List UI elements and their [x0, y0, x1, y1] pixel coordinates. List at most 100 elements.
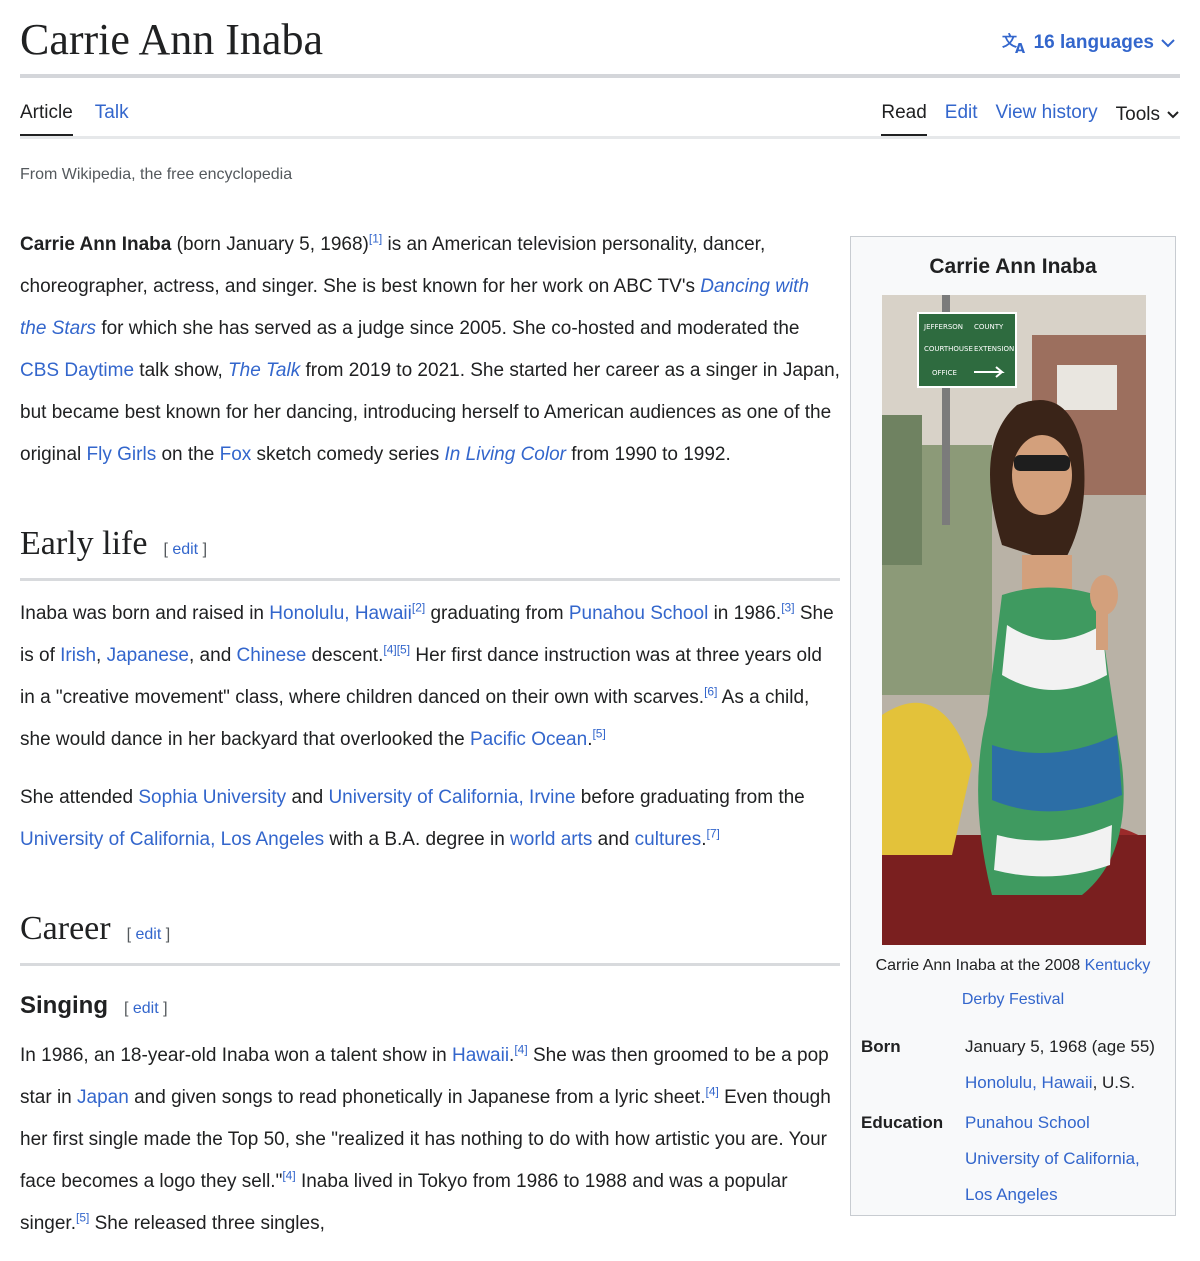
intro-paragraph: Carrie Ann Inaba (born January 5, 1968)[…: [20, 224, 840, 476]
infobox-photo[interactable]: JEFFERSON COUNTY COURTHOUSE EXTENSION OF…: [882, 295, 1146, 945]
infobox-caption: Carrie Ann Inaba at the 2008 Kentucky De…: [861, 949, 1165, 1017]
citation-link[interactable]: [4]: [282, 1169, 295, 1183]
text: Inaba was born and raised in: [20, 603, 270, 624]
link-uc-irvine[interactable]: University of California, Irvine: [328, 787, 575, 808]
citation-link[interactable]: [4]: [514, 1043, 527, 1057]
text: She released three singles,: [89, 1213, 325, 1234]
tab-talk[interactable]: Talk: [95, 96, 129, 134]
text: before graduating from the: [575, 787, 805, 808]
link-chinese[interactable]: Chinese: [237, 645, 307, 666]
text: sketch comedy series: [251, 444, 445, 465]
subject-name: Carrie Ann Inaba: [20, 234, 172, 255]
link-fly-girls[interactable]: Fly Girls: [87, 444, 157, 465]
svg-text:A: A: [1015, 42, 1025, 54]
link-honolulu-hawaii[interactable]: Honolulu, Hawaii: [965, 1073, 1093, 1092]
early-life-paragraph-2: She attended Sophia University and Unive…: [20, 777, 840, 861]
link-in-living-color[interactable]: In Living Color: [445, 444, 566, 465]
citation-link[interactable]: [6]: [704, 685, 717, 699]
born-label: Born: [861, 1037, 901, 1056]
language-button[interactable]: 文 A 16 languages: [1002, 26, 1176, 60]
heading-text: Career: [20, 910, 111, 947]
born-place: Honolulu, Hawaii, U.S.: [965, 1065, 1169, 1101]
text: (born January 5, 1968): [171, 234, 369, 255]
tab-read[interactable]: Read: [881, 96, 927, 137]
article-body: Carrie Ann Inaba (born January 5, 1968)[…: [20, 224, 840, 1261]
text: In 1986, an 18-year-old Inaba won a tale…: [20, 1045, 453, 1066]
infobox-row-education: Education Punahou School University of C…: [861, 1105, 1169, 1213]
edit-section: [ edit ]: [126, 926, 171, 943]
born-date: January 5, 1968 (age 55): [965, 1037, 1155, 1056]
edit-link[interactable]: edit: [172, 541, 198, 558]
citation-link[interactable]: [1]: [369, 232, 382, 246]
link-the-talk[interactable]: The Talk: [228, 360, 300, 381]
language-count-label: 16 languages: [1033, 32, 1154, 53]
link-punahou-school[interactable]: Punahou School: [965, 1113, 1090, 1132]
site-tagline: From Wikipedia, the free encyclopedia: [20, 166, 293, 183]
infobox-title: Carrie Ann Inaba: [929, 255, 1097, 278]
tools-menu[interactable]: Tools: [1116, 96, 1180, 134]
link-world-arts[interactable]: world arts: [510, 829, 592, 850]
citation-link[interactable]: [4]: [705, 1085, 718, 1099]
citation-link[interactable]: [5]: [592, 727, 605, 741]
text: talk show,: [134, 360, 229, 381]
section-heading-career: Career [ edit ]: [20, 905, 840, 966]
citation-link[interactable]: [2]: [412, 601, 425, 615]
edit-section: [ edit ]: [123, 1000, 168, 1017]
sign-text: COURTHOUSE: [924, 345, 973, 353]
text: , U.S.: [1092, 1073, 1136, 1092]
tabs-divider: [20, 136, 1180, 139]
edit-section: [ edit ]: [163, 541, 208, 558]
early-life-paragraph-1: Inaba was born and raised in Honolulu, H…: [20, 593, 840, 761]
text: for which she has served as a judge sinc…: [96, 318, 800, 339]
infobox: Carrie Ann Inaba JEFFERSON COUNTY COURTH…: [850, 236, 1176, 1216]
text: on the: [156, 444, 220, 465]
heading-text: Early life: [20, 525, 148, 562]
link-honolulu-hawaii[interactable]: Honolulu, Hawaii: [269, 603, 412, 624]
link-pacific-ocean[interactable]: Pacific Ocean: [470, 729, 587, 750]
infobox-row-born: Born January 5, 1968 (age 55) Honolulu, …: [861, 1029, 1169, 1101]
education-label: Education: [861, 1113, 944, 1132]
citation-link[interactable]: [7]: [706, 827, 719, 841]
text: , and: [189, 645, 237, 666]
page-title: Carrie Ann Inaba: [20, 15, 323, 64]
singing-paragraph: In 1986, an 18-year-old Inaba won a tale…: [20, 1035, 840, 1245]
subsection-heading-singing: Singing [ edit ]: [20, 986, 840, 1029]
sign-text: JEFFERSON: [923, 323, 963, 331]
citation-link[interactable]: [4][5]: [383, 643, 410, 657]
chevron-down-icon: [1166, 98, 1180, 132]
link-hawaii[interactable]: Hawaii: [452, 1045, 509, 1066]
tab-article[interactable]: Article: [20, 96, 73, 137]
link-irish[interactable]: Irish: [60, 645, 96, 666]
link-punahou-school[interactable]: Punahou School: [569, 603, 708, 624]
link-fox[interactable]: Fox: [220, 444, 252, 465]
text: and: [286, 787, 329, 808]
text: in 1986.: [708, 603, 782, 624]
citation[interactable]: [1]: [369, 232, 382, 246]
edit-link[interactable]: edit: [133, 1000, 159, 1017]
edit-link[interactable]: edit: [136, 926, 162, 943]
text: graduating from: [425, 603, 569, 624]
link-japanese[interactable]: Japanese: [107, 645, 189, 666]
born-value: January 5, 1968 (age 55) Honolulu, Hawai…: [965, 1029, 1169, 1101]
text: ,: [96, 645, 107, 666]
tools-label: Tools: [1115, 104, 1160, 125]
text: descent.: [306, 645, 384, 666]
caption-text: Carrie Ann Inaba at the 2008: [875, 957, 1085, 974]
link-ucla[interactable]: University of California, Los Angeles: [965, 1149, 1140, 1204]
heading-text: Singing: [20, 992, 108, 1019]
tab-view-history[interactable]: View history: [996, 96, 1098, 134]
link-cbs-daytime[interactable]: CBS Daytime: [20, 360, 134, 381]
tab-edit[interactable]: Edit: [945, 96, 978, 134]
link-japan[interactable]: Japan: [77, 1087, 129, 1108]
page-tabs: Article Talk Read Edit View history Tool…: [20, 96, 1180, 137]
citation-link[interactable]: [3]: [781, 601, 794, 615]
text: from 1990 to 1992.: [565, 444, 731, 465]
sign-text: OFFICE: [932, 369, 957, 377]
sign-text: EXTENSION: [974, 345, 1014, 353]
citation-link[interactable]: [5]: [76, 1211, 89, 1225]
sign-text: COUNTY: [974, 323, 1004, 331]
link-ucla[interactable]: University of California, Los Angeles: [20, 829, 324, 850]
link-cultures[interactable]: cultures: [635, 829, 702, 850]
link-sophia-university[interactable]: Sophia University: [138, 787, 286, 808]
text: and: [592, 829, 635, 850]
